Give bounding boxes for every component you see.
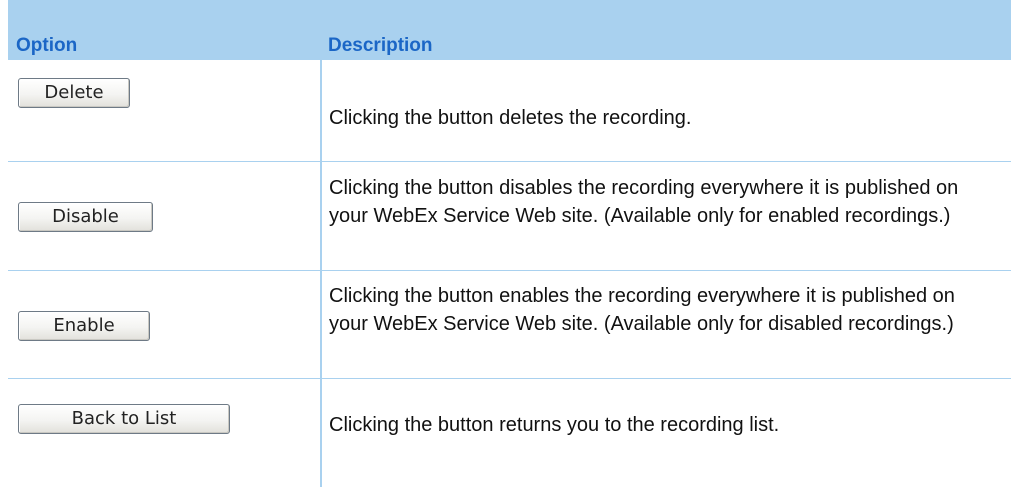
- enable-description: Clicking the button enables the recordin…: [329, 285, 955, 335]
- table-row-delete: Delete Clicking the button deletes the r…: [8, 60, 1011, 162]
- enable-button[interactable]: Enable: [18, 311, 150, 341]
- disable-button[interactable]: Disable: [18, 202, 153, 232]
- delete-button[interactable]: Delete: [18, 78, 130, 108]
- back-to-list-description: Clicking the button returns you to the r…: [329, 414, 780, 436]
- option-column-header: Option: [16, 35, 78, 56]
- table-row-enable: Enable Clicking the button enables the r…: [8, 271, 1011, 379]
- options-table: Option Description Delete Clicking the b…: [8, 0, 1011, 487]
- description-column-header: Description: [328, 35, 433, 56]
- table-header: Option Description: [8, 0, 1011, 60]
- column-divider: [320, 60, 322, 487]
- table-row-back-to-list: Back to List Clicking the button returns…: [8, 379, 1011, 487]
- disable-description: Clicking the button disables the recordi…: [329, 177, 959, 227]
- back-to-list-button[interactable]: Back to List: [18, 404, 230, 434]
- delete-description: Clicking the button deletes the recordin…: [329, 107, 692, 129]
- table-row-disable: Disable Clicking the button disables the…: [8, 162, 1011, 271]
